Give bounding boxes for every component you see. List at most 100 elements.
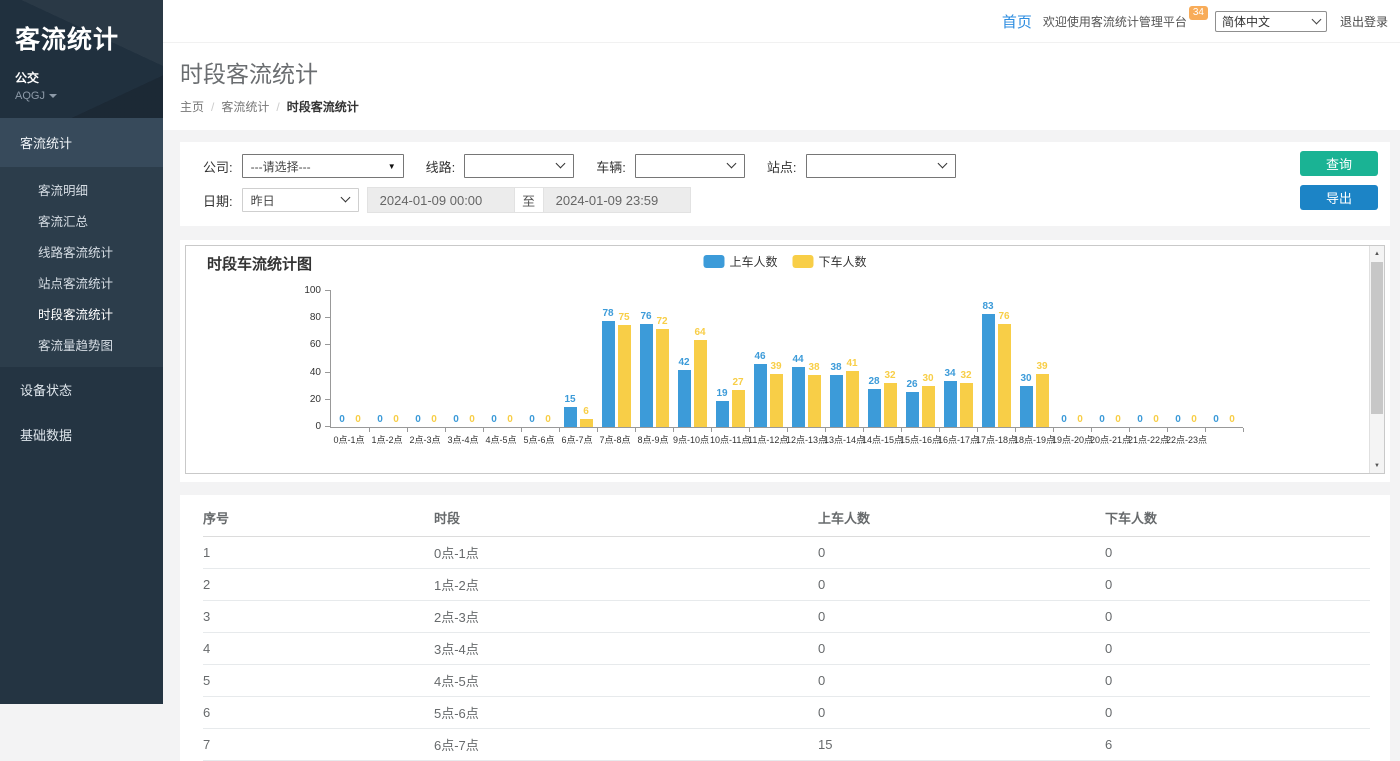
bar-value-label: 19	[716, 389, 727, 399]
x-axis-label: 22点-23点	[1166, 434, 1204, 446]
bar-value-label: 0	[529, 415, 535, 425]
company-select[interactable]: ---请选择--- ▼	[242, 154, 404, 178]
bar-value-label: 0	[377, 415, 383, 425]
y-tick-label: 20	[310, 395, 321, 405]
query-button[interactable]: 查询	[1300, 151, 1378, 176]
scrollbar-down-arrow-icon[interactable]: ▼	[1370, 458, 1384, 473]
breadcrumb-item[interactable]: 客流统计	[221, 100, 269, 114]
bar-group: 00	[1129, 290, 1167, 427]
chevron-down-icon	[340, 193, 350, 203]
table-body: 10点-1点0021点-2点0032点-3点0043点-4点0054点-5点00…	[203, 537, 1370, 761]
line-select[interactable]	[464, 154, 574, 178]
chart-panel: 时段车流统计图 上车人数下车人数 020406080100 0000000000…	[180, 240, 1390, 482]
y-tick-label: 0	[315, 422, 321, 432]
bar-value-label: 0	[1061, 415, 1067, 425]
bar-boarding: 44	[792, 367, 805, 427]
export-button[interactable]: 导出	[1300, 185, 1378, 210]
bar-group: 00	[1205, 290, 1243, 427]
bar-alighting: 75	[618, 325, 631, 427]
main-area: 首页 欢迎使用客流统计管理平台 34 简体中文 退出登录 时段客流统计 主页/客…	[163, 0, 1400, 704]
sidebar-submenu-item[interactable]: 线路客流统计	[0, 236, 163, 267]
bar-group: 00	[1053, 290, 1091, 427]
chart-header: 时段车流统计图 上车人数下车人数	[186, 246, 1384, 278]
bar-group: 00	[483, 290, 521, 427]
legend-item-boarding[interactable]: 上车人数	[703, 253, 777, 270]
legend-label: 上车人数	[729, 253, 777, 270]
sidebar-item-device-status[interactable]: 设备状态	[0, 367, 163, 412]
table-cell: 5	[203, 665, 434, 697]
x-axis-labels: 0点-1点1点-2点2点-3点3点-4点4点-5点5点-6点6点-7点7点-8点…	[330, 434, 1243, 446]
bar-group: 7672	[635, 290, 673, 427]
x-axis-label: 10点-11点	[710, 434, 748, 446]
bar-value-label: 39	[1036, 362, 1047, 372]
table-cell: 0	[818, 569, 1105, 601]
bar-value-label: 42	[678, 358, 689, 368]
bar-value-label: 44	[792, 355, 803, 365]
scrollbar-up-arrow-icon[interactable]: ▲	[1370, 246, 1384, 261]
sidebar-submenu: 客流明细客流汇总线路客流统计站点客流统计时段客流统计客流量趋势图	[0, 167, 163, 367]
bar-alighting: 64	[694, 340, 707, 427]
bar-group: 3039	[1015, 290, 1053, 427]
table-header-cell: 上车人数	[818, 497, 1105, 537]
sidebar-item-base-data[interactable]: 基础数据	[0, 412, 163, 457]
sidebar-submenu-item[interactable]: 客流汇总	[0, 205, 163, 236]
language-select[interactable]: 简体中文	[1215, 11, 1327, 32]
bar-value-label: 0	[393, 415, 399, 425]
chevron-down-icon	[726, 159, 736, 169]
legend-item-alighting[interactable]: 下车人数	[793, 253, 867, 270]
sidebar-submenu-item[interactable]: 站点客流统计	[0, 267, 163, 298]
sidebar-submenu-item[interactable]: 时段客流统计	[0, 298, 163, 329]
x-axis-label: 11点-12点	[748, 434, 786, 446]
bar-group: 00	[407, 290, 445, 427]
legend-swatch-boarding	[703, 255, 724, 268]
bar-boarding: 46	[754, 364, 767, 427]
home-link[interactable]: 首页	[1002, 11, 1032, 32]
bar-alighting: 32	[884, 383, 897, 427]
table-cell: 0	[1105, 697, 1370, 729]
table-cell: 0	[818, 665, 1105, 697]
company-label: 公司:	[203, 157, 233, 176]
table-cell: 2点-3点	[434, 601, 818, 633]
breadcrumb-item[interactable]: 主页	[180, 100, 204, 114]
bars-area: 0000000000001567875767242641927463944383…	[330, 290, 1243, 428]
x-axis-label: 3点-4点	[444, 434, 482, 446]
language-select-value: 简体中文	[1222, 13, 1270, 30]
bar-alighting: 27	[732, 390, 745, 427]
date-to-input[interactable]: 2024-01-09 23:59	[543, 187, 691, 213]
chart-scrollbar[interactable]: ▲ ▼	[1369, 246, 1384, 473]
chart-plot: 020406080100 000000000000156787576724264…	[294, 290, 1384, 446]
bar-group: 00	[369, 290, 407, 427]
bar-alighting: 72	[656, 329, 669, 427]
bar-value-label: 75	[618, 313, 629, 323]
sidebar-submenu-item[interactable]: 客流量趋势图	[0, 329, 163, 360]
vehicle-select[interactable]	[635, 154, 745, 178]
bar-group: 8376	[977, 290, 1015, 427]
sidebar-submenu-item[interactable]: 客流明细	[0, 174, 163, 205]
bar-boarding: 19	[716, 401, 729, 427]
station-label: 站点:	[767, 157, 797, 176]
bar-value-label: 0	[1229, 415, 1235, 425]
table-row: 76点-7点156	[203, 729, 1370, 761]
org-code-dropdown[interactable]: AQGJ	[15, 90, 148, 102]
bar-group: 42 64	[673, 290, 711, 427]
table-cell: 2	[203, 569, 434, 601]
bar-value-label: 28	[868, 377, 879, 387]
sidebar-item-passenger-stats[interactable]: 客流统计	[0, 118, 163, 167]
date-from-input[interactable]: 2024-01-09 00:00	[367, 187, 515, 213]
logout-link[interactable]: 退出登录	[1340, 13, 1388, 30]
table-row: 32点-3点00	[203, 601, 1370, 633]
date-preset-select[interactable]: 昨日	[242, 188, 359, 212]
scrollbar-thumb[interactable]	[1371, 262, 1383, 414]
bar-value-label: 41	[846, 359, 857, 369]
topbar: 首页 欢迎使用客流统计管理平台 34 简体中文 退出登录	[163, 0, 1400, 43]
bar-group: 7875	[597, 290, 635, 427]
bar-alighting: 6	[580, 419, 593, 427]
bar-value-label: 0	[1077, 415, 1083, 425]
date-label: 日期:	[203, 191, 233, 210]
station-select[interactable]	[806, 154, 956, 178]
chevron-down-icon	[49, 94, 57, 98]
x-axis-label: 5点-6点	[520, 434, 558, 446]
app-logo: 客流统计	[15, 20, 148, 56]
bar-boarding: 15	[564, 407, 577, 427]
logo-panel: 客流统计 公交 AQGJ	[0, 0, 163, 118]
